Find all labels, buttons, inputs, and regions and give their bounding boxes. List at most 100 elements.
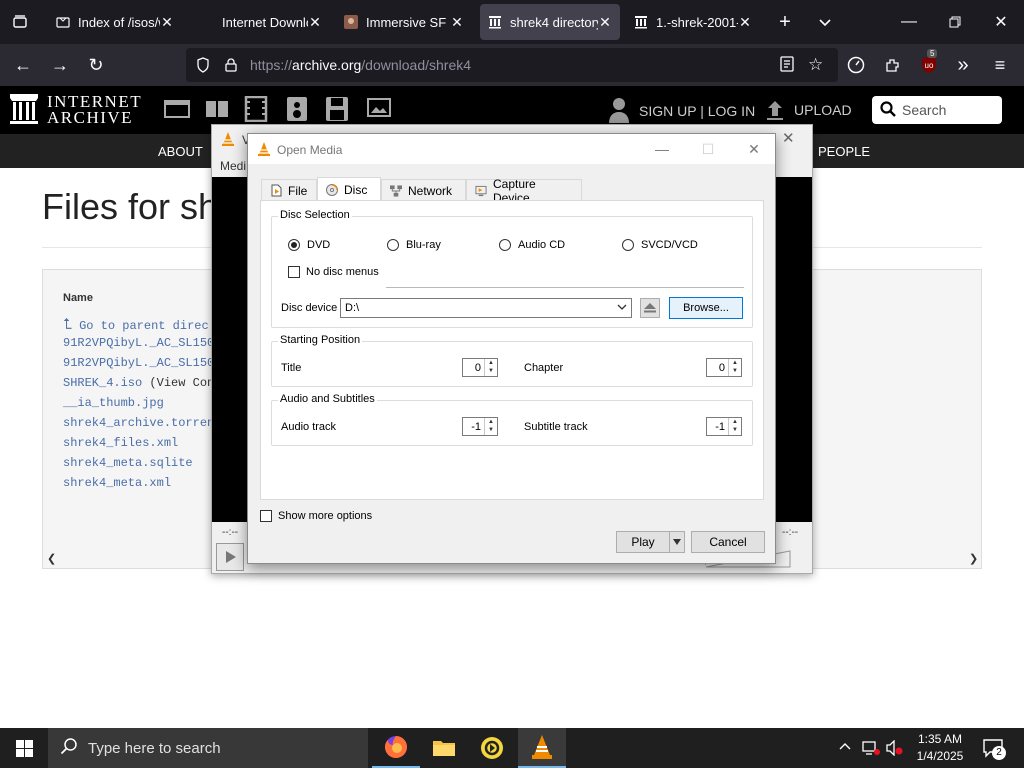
browser-tab-1[interactable]: Index of /isos/w ✕: [48, 4, 182, 40]
ia-logo-icon[interactable]: [10, 94, 38, 129]
tab-file[interactable]: File: [261, 179, 317, 201]
web-icon[interactable]: [164, 98, 190, 123]
close-tab-icon[interactable]: ✕: [308, 14, 322, 31]
extensions-icon[interactable]: [880, 52, 906, 78]
network-status-icon[interactable]: [862, 740, 880, 759]
new-tab-icon[interactable]: +: [772, 9, 798, 35]
subtitle-track-spinbox[interactable]: -1 ▲ ▼: [706, 417, 742, 436]
chapter-spinbox[interactable]: 0 ▲ ▼: [706, 358, 742, 377]
file-link[interactable]: 91R2VPQibyL._AC_SL150: [63, 336, 214, 350]
radio-dvd[interactable]: DVD: [288, 239, 330, 251]
upload-icon[interactable]: [766, 99, 784, 124]
bookmark-star-icon[interactable]: ☆: [808, 55, 823, 75]
close-icon[interactable]: ✕: [731, 134, 777, 164]
chevron-down-icon[interactable]: [812, 9, 838, 35]
cancel-button[interactable]: Cancel: [691, 531, 765, 553]
shield-icon[interactable]: [188, 57, 218, 73]
no-disc-menus-checkbox[interactable]: No disc menus: [288, 266, 379, 278]
images-icon[interactable]: [365, 98, 391, 123]
file-link[interactable]: 91R2VPQibyL._AC_SL150: [63, 356, 214, 370]
nav-about-link[interactable]: ABOUT: [158, 144, 203, 159]
taskbar-clock[interactable]: 1:35 AM 1/4/2025: [910, 731, 970, 765]
back-arrow-icon[interactable]: ←: [10, 52, 36, 78]
scroll-left-icon[interactable]: ❮: [47, 552, 56, 565]
radio-bluray[interactable]: Blu-ray: [387, 239, 441, 251]
tab-disc[interactable]: Disc: [317, 177, 381, 201]
upload-link[interactable]: UPLOAD: [794, 102, 852, 118]
file-link[interactable]: shrek4_meta.xml: [63, 476, 171, 490]
vlc-play-button[interactable]: [216, 543, 244, 571]
vlc-close-icon[interactable]: ✕: [782, 129, 795, 147]
parent-directory-link[interactable]: ⮤ Go to parent direc: [63, 316, 209, 334]
spin-arrows-icon[interactable]: ▲ ▼: [484, 359, 497, 376]
radio-audio-cd[interactable]: Audio CD: [499, 239, 565, 251]
browser-tab-4-active[interactable]: shrek4 directory ✕: [480, 4, 620, 40]
minimize-icon[interactable]: —: [639, 134, 685, 164]
browser-tab-bar: Index of /isos/w ✕ Internet Downlo ✕ Imm…: [0, 0, 1024, 44]
taskbar-firefox-icon[interactable]: [372, 728, 420, 768]
video-icon[interactable]: [244, 95, 268, 125]
reload-icon[interactable]: ↻: [83, 52, 109, 78]
signup-login-link[interactable]: SIGN UP | LOG IN: [639, 103, 755, 119]
user-icon[interactable]: [608, 97, 630, 126]
close-tab-icon[interactable]: ✕: [450, 14, 464, 31]
volume-muted-icon[interactable]: [886, 739, 904, 759]
play-options-dropdown[interactable]: [669, 531, 685, 553]
close-tab-icon[interactable]: ✕: [738, 14, 752, 31]
timer-icon[interactable]: [843, 52, 869, 78]
show-more-options-checkbox[interactable]: Show more options: [260, 510, 372, 522]
url-bar[interactable]: https://archive.org/download/shrek4 ☆: [186, 48, 838, 82]
software-icon[interactable]: [325, 96, 349, 125]
view-contents-link[interactable]: (View Con: [149, 376, 214, 390]
browser-tab-2[interactable]: Internet Downlo ✕: [190, 4, 330, 40]
texts-icon[interactable]: [204, 98, 230, 123]
ia-logo-text[interactable]: INTERNET ARCHIVE: [47, 93, 142, 126]
audio-track-spinbox[interactable]: -1 ▲ ▼: [462, 417, 498, 436]
reader-view-icon[interactable]: [780, 56, 794, 75]
vlc-time-elapsed: --:--: [222, 527, 239, 538]
show-hidden-icons-chevron[interactable]: [838, 740, 852, 757]
close-tab-icon[interactable]: ✕: [598, 14, 612, 31]
hamburger-menu-icon[interactable]: ≡: [987, 52, 1013, 78]
vlc-menu-media[interactable]: Medi: [220, 159, 246, 173]
spin-arrows-icon[interactable]: ▲ ▼: [728, 418, 741, 435]
dialog-title-bar[interactable]: Open Media — ☐ ✕: [248, 134, 775, 164]
nav-people-link[interactable]: PEOPLE: [818, 144, 870, 159]
file-link[interactable]: shrek4_meta.sqlite: [63, 456, 193, 470]
restore-window-icon[interactable]: [932, 0, 978, 44]
tab-list-icon[interactable]: [7, 9, 33, 35]
column-header-name[interactable]: Name: [63, 292, 93, 304]
browser-tab-5[interactable]: 1.-shrek-2001-1( ✕: [626, 4, 760, 40]
scroll-right-icon[interactable]: ❯: [969, 552, 978, 565]
taskbar-file-explorer-icon[interactable]: [420, 728, 468, 768]
file-link[interactable]: __ia_thumb.jpg: [63, 396, 164, 410]
eject-button[interactable]: [640, 298, 660, 318]
ia-search-input[interactable]: Search: [872, 96, 1002, 124]
taskbar-search-box[interactable]: Type here to search: [48, 728, 368, 768]
lock-icon[interactable]: [218, 58, 244, 72]
file-link[interactable]: shrek4_archive.torren: [63, 416, 214, 430]
taskbar-potplayer-icon[interactable]: [468, 728, 516, 768]
spin-arrows-icon[interactable]: ▲ ▼: [484, 418, 497, 435]
ublock-icon[interactable]: uo 5: [916, 49, 942, 78]
file-link[interactable]: SHREK_4.iso: [63, 376, 142, 390]
windows-start-icon[interactable]: [0, 728, 48, 768]
close-window-icon[interactable]: ✕: [978, 0, 1024, 44]
title-spinbox[interactable]: 0 ▲ ▼: [462, 358, 498, 377]
tab-network[interactable]: Network: [381, 179, 466, 201]
browser-tab-3[interactable]: Immersive SF RI ✕: [336, 4, 472, 40]
audio-icon[interactable]: [286, 96, 308, 125]
radio-svcd-vcd[interactable]: SVCD/VCD: [622, 239, 698, 251]
close-tab-icon[interactable]: ✕: [160, 14, 174, 31]
play-button[interactable]: Play: [616, 531, 670, 553]
tab-capture-device[interactable]: Capture Device: [466, 177, 582, 205]
file-link[interactable]: shrek4_files.xml: [63, 436, 178, 450]
forward-arrow-icon[interactable]: →: [47, 52, 73, 78]
notifications-icon[interactable]: 2: [982, 738, 1006, 761]
disc-device-combobox[interactable]: D:\: [340, 298, 632, 318]
minimize-window-icon[interactable]: —: [886, 0, 932, 44]
browse-button[interactable]: Browse...: [669, 297, 743, 319]
spin-arrows-icon[interactable]: ▲ ▼: [728, 359, 741, 376]
taskbar-vlc-icon[interactable]: [518, 728, 566, 768]
overflow-chevron-icon[interactable]: »: [950, 52, 976, 78]
